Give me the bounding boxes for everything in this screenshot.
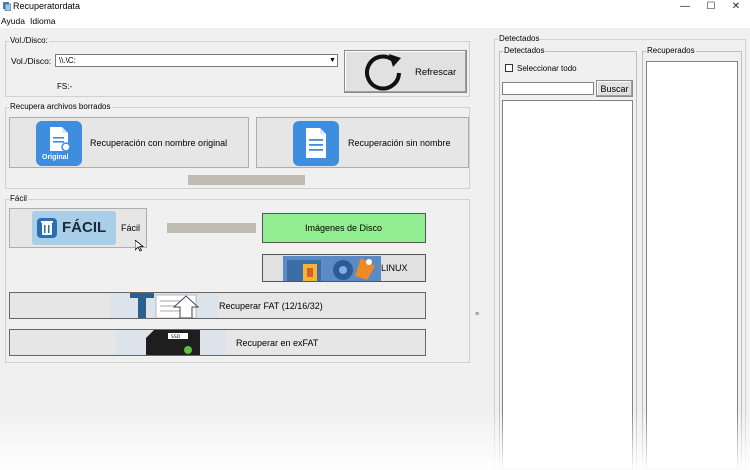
detected-list[interactable]	[502, 100, 633, 470]
fat-icon	[110, 293, 218, 318]
recover-original-name-button[interactable]: Original Recuperación con nombre origina…	[9, 117, 249, 168]
recovered-list[interactable]	[646, 61, 738, 470]
search-input[interactable]	[502, 82, 594, 95]
easy-button[interactable]: FÁCIL Fácil	[9, 208, 147, 248]
menu-bar	[0, 15, 750, 27]
window-title: Recuperatordata	[13, 1, 81, 11]
volume-select-value: \\.\C:	[59, 56, 76, 65]
recover-fat-button[interactable]: Recuperar FAT (12/16/32)	[9, 292, 426, 319]
title-bar	[0, 0, 750, 14]
minimize-button[interactable]: —	[671, 0, 699, 14]
recover-fat-label: Recuperar FAT (12/16/32)	[219, 301, 323, 311]
refresh-icon	[363, 53, 407, 95]
easy-progress-bar	[167, 223, 256, 233]
app-icon	[3, 2, 12, 12]
maximize-button[interactable]: ☐	[697, 0, 725, 14]
original-icon-caption: Original	[42, 154, 69, 161]
select-all-checkbox[interactable]	[505, 64, 513, 72]
volume-label: Vol./Disco:	[11, 56, 52, 66]
original-document-icon: Original	[36, 121, 82, 166]
volume-group-title: Vol./Disco:	[10, 36, 48, 45]
splitter-grip-icon: ≡	[475, 311, 480, 318]
easy-group-title: Fácil	[10, 194, 27, 203]
disk-images-label: Imágenes de Disco	[305, 223, 383, 233]
linux-icon	[283, 256, 381, 281]
recover-original-name-label: Recuperación con nombre original	[90, 138, 228, 148]
linux-label: LINUX	[381, 263, 408, 273]
select-all-label: Seleccionar todo	[517, 64, 577, 73]
recover-without-name-label: Recuperación sin nombre	[348, 138, 451, 148]
document-icon	[293, 121, 339, 166]
easy-icon: FÁCIL	[32, 211, 116, 245]
easy-icon-caption: FÁCIL	[62, 219, 107, 236]
menu-idioma[interactable]: Idioma	[30, 16, 56, 26]
recovered-title: Recuperados	[647, 46, 695, 55]
detected-outer-title: Detectados	[499, 34, 540, 43]
sd-card-icon: SSD	[116, 330, 226, 355]
deleted-progress-bar	[188, 175, 305, 185]
recover-without-name-button[interactable]: Recuperación sin nombre	[256, 117, 469, 168]
refresh-button[interactable]: Refrescar	[344, 50, 467, 93]
deleted-files-group-title: Recupera archivos borrados	[10, 102, 111, 111]
detected-title: Detectados	[504, 46, 545, 55]
search-button-label: Buscar	[600, 83, 629, 94]
svg-text:SSD: SSD	[171, 334, 181, 340]
recover-exfat-label: Recuperar en exFAT	[236, 338, 319, 348]
easy-button-label: Fácil	[121, 223, 141, 233]
splitter[interactable]: ≡	[474, 33, 483, 470]
linux-button[interactable]: LINUX	[262, 254, 426, 282]
chevron-down-icon: ▼	[329, 57, 336, 64]
refresh-label: Refrescar	[415, 67, 457, 78]
close-button[interactable]: ✕	[722, 0, 750, 14]
disk-images-button[interactable]: Imágenes de Disco	[262, 213, 426, 243]
recover-exfat-button[interactable]: SSD Recuperar en exFAT	[9, 329, 426, 356]
fs-label: FS:-	[57, 82, 73, 91]
menu-ayuda[interactable]: Ayuda	[1, 16, 25, 26]
volume-select[interactable]: \\.\C: ▼	[55, 54, 338, 67]
search-button[interactable]: Buscar	[596, 80, 633, 97]
mouse-cursor-icon	[134, 239, 145, 254]
